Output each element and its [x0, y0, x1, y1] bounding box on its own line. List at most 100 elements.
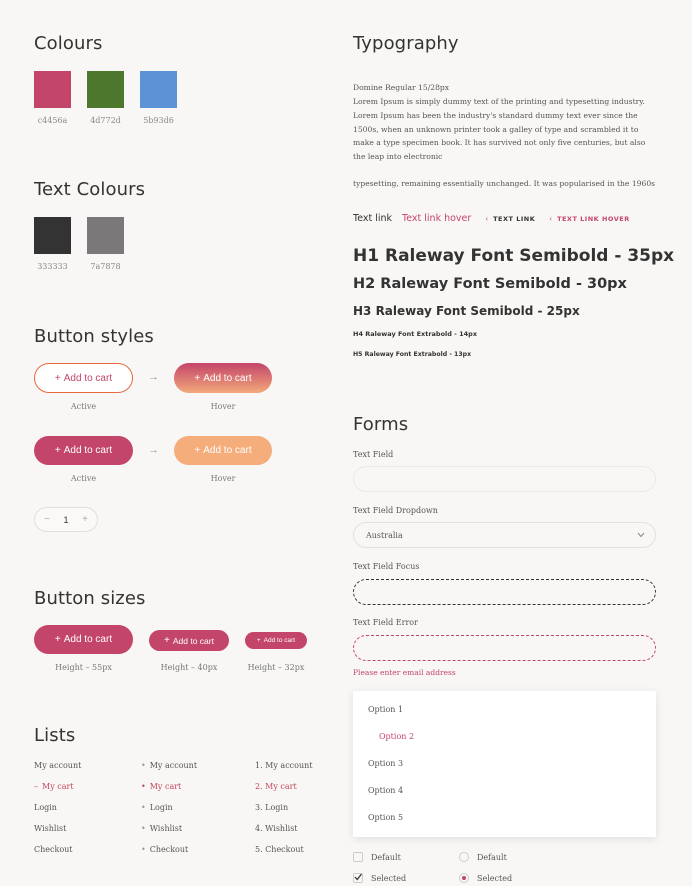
radio-default-label: Default: [477, 853, 507, 862]
list-item-selected[interactable]: 2. My cart: [255, 782, 355, 803]
bullet-icon: •: [141, 782, 146, 791]
colours-title: Colours: [34, 33, 103, 54]
button-state-caption: Hover: [210, 402, 236, 411]
button-size-caption: Height – 32px: [247, 663, 305, 672]
button-state-caption: Active: [70, 402, 97, 411]
list-item[interactable]: My account: [34, 761, 134, 782]
text-link[interactable]: Text link: [353, 213, 392, 224]
radio-default[interactable]: [459, 852, 469, 862]
list-item[interactable]: • Wishlist: [141, 824, 241, 845]
list-item[interactable]: • My account: [141, 761, 241, 782]
list-item[interactable]: 3. Login: [255, 803, 355, 824]
text-colour-swatch-label: 7a7878: [90, 262, 121, 271]
country-dropdown[interactable]: Australia: [353, 522, 656, 548]
checkbox-selected-label: Selected: [371, 874, 407, 883]
dropdown-value: Australia: [366, 530, 403, 540]
quantity-stepper[interactable]: − 1 +: [34, 507, 98, 532]
button-label: Add to cart: [172, 635, 214, 646]
list-item[interactable]: Login: [34, 803, 134, 824]
button-label: Add to cart: [63, 372, 113, 384]
text-colour-swatch-label: 333333: [37, 262, 68, 271]
list-item[interactable]: • Login: [141, 803, 241, 824]
heading-h1-sample: H1 Raleway Font Semibold - 35px: [353, 246, 675, 266]
heading-h5-sample: H5 Raleway Font Extrabold - 13px: [353, 351, 472, 358]
dropdown-option-selected[interactable]: Option 2: [379, 732, 414, 741]
checkbox-selected[interactable]: [353, 873, 363, 883]
text-field-error[interactable]: [353, 635, 656, 661]
caps-link[interactable]: TEXT LINK: [493, 215, 535, 223]
typography-spec: Domine Regular 15/28px: [353, 83, 450, 92]
add-to-cart-medium-button[interactable]: + Add to cart: [149, 630, 229, 651]
typography-paragraph: typesetting, remaining essentially uncha…: [353, 179, 656, 188]
add-to-cart-primary-button[interactable]: + Add to cart: [34, 436, 133, 465]
checkbox-default[interactable]: [353, 852, 363, 862]
dropdown-option[interactable]: Option 4: [368, 786, 403, 795]
caps-link-hover[interactable]: TEXT LINK HOVER: [557, 215, 630, 223]
list-item[interactable]: 1. My account: [255, 761, 355, 782]
button-size-caption: Height – 55px: [55, 663, 112, 672]
add-to-cart-gradient-button[interactable]: + Add to cart: [174, 363, 272, 393]
heading-h3-sample: H3 Raleway Font Semibold - 25px: [353, 304, 580, 318]
chevron-down-icon: [637, 532, 645, 538]
plus-icon: +: [256, 637, 261, 644]
chevron-left-icon: ‹: [549, 214, 553, 223]
bullet-icon: •: [141, 824, 146, 833]
text-field[interactable]: [353, 466, 656, 492]
list-item[interactable]: Wishlist: [34, 824, 134, 845]
plain-list: My account – My cart Login Wishlist Check…: [34, 761, 134, 866]
list-item[interactable]: • Checkout: [141, 845, 241, 866]
radio-selected-label: Selected: [477, 874, 513, 883]
heading-h2-sample: H2 Raleway Font Semibold - 30px: [353, 276, 627, 292]
minus-icon[interactable]: −: [44, 514, 50, 525]
colour-swatch-label: 4d772d: [90, 116, 121, 125]
checkbox-default-label: Default: [371, 853, 401, 862]
heading-h4-sample: H4 Raleway Font Extrabold - 14px: [353, 330, 478, 338]
plus-icon: +: [54, 445, 61, 456]
forms-title: Forms: [353, 414, 409, 435]
plus-icon[interactable]: +: [82, 514, 88, 525]
list-item[interactable]: Checkout: [34, 845, 134, 866]
list-item-selected[interactable]: • My cart: [141, 782, 241, 803]
plus-icon: +: [194, 445, 201, 456]
list-item[interactable]: 4. Wishlist: [255, 824, 355, 845]
dropdown-option[interactable]: Option 3: [368, 759, 403, 768]
radio-selected[interactable]: [459, 873, 469, 883]
options-dropdown-menu: Option 1 Option 2 Option 3 Option 4 Opti…: [353, 691, 656, 837]
text-colours-title: Text Colours: [34, 179, 146, 200]
button-size-caption: Height – 40px: [160, 663, 218, 672]
button-label: Add to cart: [63, 445, 113, 456]
plus-icon: +: [164, 635, 170, 646]
colour-swatch-green: [87, 71, 124, 108]
add-to-cart-small-button[interactable]: + Add to cart: [245, 632, 307, 649]
radio-dot-icon: [462, 876, 466, 880]
lists-title: Lists: [34, 725, 76, 746]
link-samples: Text link Text link hover ‹ TEXT LINK ‹ …: [353, 213, 630, 224]
text-link-hover[interactable]: Text link hover: [402, 213, 471, 224]
plus-icon: +: [54, 634, 61, 645]
dropdown-option[interactable]: Option 5: [368, 813, 403, 822]
typography-title: Typography: [353, 33, 459, 54]
bullet-icon: •: [141, 761, 146, 770]
plus-icon: +: [54, 372, 61, 384]
button-styles-title: Button styles: [34, 326, 154, 347]
button-state-caption: Hover: [210, 474, 236, 483]
dash-icon: –: [34, 782, 38, 791]
add-to-cart-peach-button[interactable]: + Add to cart: [174, 436, 272, 465]
list-item-selected[interactable]: – My cart: [34, 782, 134, 803]
checkmark-icon: [354, 873, 362, 881]
bullet-icon: •: [141, 845, 146, 854]
numbered-list: 1. My account 2. My cart 3. Login 4. Wis…: [255, 761, 355, 866]
text-colour-swatch-dark: [34, 217, 71, 254]
dropdown-option[interactable]: Option 1: [368, 705, 403, 714]
button-label: Add to cart: [203, 372, 252, 384]
colour-swatch-blue: [140, 71, 177, 108]
plus-icon: +: [194, 372, 201, 384]
text-field-focus[interactable]: [353, 579, 656, 605]
text-field-label: Text Field: [353, 450, 394, 459]
add-to-cart-outline-button[interactable]: + Add to cart: [34, 363, 133, 393]
list-item[interactable]: 5. Checkout: [255, 845, 355, 866]
chevron-left-icon: ‹: [485, 214, 489, 223]
add-to-cart-large-button[interactable]: + Add to cart: [34, 625, 133, 654]
arrow-right-icon: →: [148, 371, 159, 383]
colour-swatch-label: c4456a: [37, 116, 68, 125]
